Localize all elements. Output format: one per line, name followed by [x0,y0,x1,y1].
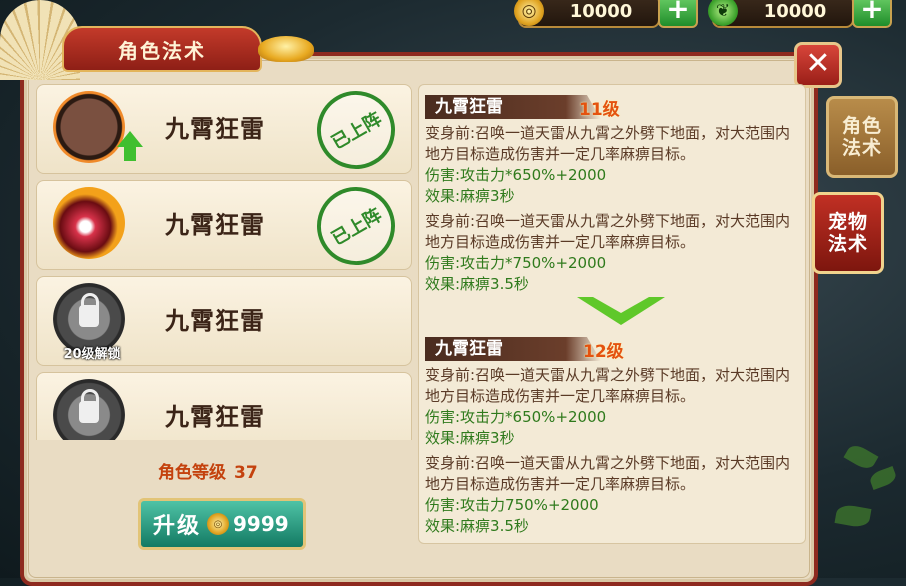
character-level: 角色等级 37 [158,458,258,483]
detail-description: 变身前:召唤一道天雷从九霄之外劈下地面，对大范围内地方目标造成伤害并一定几率麻痹… [425,454,791,493]
detail-damage: 伤害:攻击力*750%+2000 [425,254,607,272]
green-jade-icon: ❦ [708,0,738,26]
jade-amount: 10000 [763,0,827,22]
skill-name: 九霄狂雷 [165,115,265,143]
tab-pet-skills-label: 宠物法术 [828,211,869,255]
detail-effect: 效果:麻痹3秒 [425,187,515,205]
equipped-stamp: 已上阵 [302,172,410,280]
detail-skill-name: 九霄狂雷 [425,95,601,119]
chevron-down-icon [577,297,665,325]
detail-effect: 效果:麻痹3秒 [425,429,515,447]
gold-currency-bar: ◎ 10000 [514,0,660,28]
skill-list[interactable]: 九霄狂雷 已上阵 九霄狂雷 已上阵 20级解锁 九霄狂雷 九霄狂雷 [36,84,412,440]
panel-title: 角色法术 [62,26,262,72]
detail-description: 变身前:召唤一道天雷从九霄之外劈下地面，对大范围内地方目标造成伤害并一定几率麻痹… [425,212,791,251]
background-leaf [868,466,898,490]
skill-row[interactable]: 20级解锁 九霄狂雷 [36,276,412,366]
close-button[interactable]: ✕ [794,42,842,88]
flame-feather-skill-icon [53,187,125,259]
character-level-value: 37 [234,463,258,483]
detail-skill-name: 九霄狂雷 [425,337,601,361]
skill-detail-panel[interactable]: 九霄狂雷 11级 变身前:召唤一道天雷从九霄之外劈下地面，对大范围内地方目标造成… [418,84,806,544]
coin-icon: ◎ [207,513,230,535]
background-leaf [834,503,872,529]
skill-name: 九霄狂雷 [165,403,265,431]
tab-character-skills[interactable]: 角色法术 [826,96,898,178]
detail-description: 变身前:召唤一道天雷从九霄之外劈下地面，对大范围内地方目标造成伤害并一定几率麻痹… [425,124,791,163]
tab-character-skills-label: 角色法术 [842,115,883,159]
add-jade-button[interactable]: + [852,0,892,28]
gold-ingot-icon [258,36,314,62]
upgrade-button[interactable]: 升级 ◎ 9999 [138,498,306,550]
skill-row[interactable]: 九霄狂雷 [36,372,412,440]
gold-amount: 10000 [569,0,633,22]
jade-currency-bar: ❦ 10000 [708,0,854,28]
detail-effect: 效果:麻痹3.5秒 [425,275,529,293]
upgrade-cost: 9999 [233,512,289,536]
equipped-stamp: 已上阵 [302,84,410,184]
tab-pet-skills[interactable]: 宠物法术 [812,192,884,274]
gold-coin-icon: ◎ [514,0,544,26]
thunder-skill-icon [53,91,125,163]
lock-icon [53,379,125,440]
skill-row[interactable]: 九霄狂雷 已上阵 [36,84,412,184]
background-leaf [843,441,879,473]
detail-damage: 伤害:攻击力750%+2000 [425,496,599,514]
add-gold-button[interactable]: + [658,0,698,28]
upgrade-label: 升级 [153,514,202,539]
detail-effect: 效果:麻痹3.5秒 [425,517,529,535]
detail-skill-level: 11级 [579,100,620,120]
upgrade-arrow-icon [117,131,143,161]
skill-row[interactable]: 九霄狂雷 已上阵 [36,172,412,280]
detail-damage: 伤害:攻击力*650%+2000 [425,166,607,184]
detail-description: 变身前:召唤一道天雷从九霄之外劈下地面，对大范围内地方目标造成伤害并一定几率麻痹… [425,366,791,405]
skill-name: 九霄狂雷 [165,211,265,239]
unlock-level-label: 20级解锁 [63,347,121,362]
detail-damage: 伤害:攻击力*650%+2000 [425,408,607,426]
character-level-label: 角色等级 [158,463,226,483]
detail-skill-level: 12级 [583,342,624,362]
skill-name: 九霄狂雷 [165,307,265,335]
